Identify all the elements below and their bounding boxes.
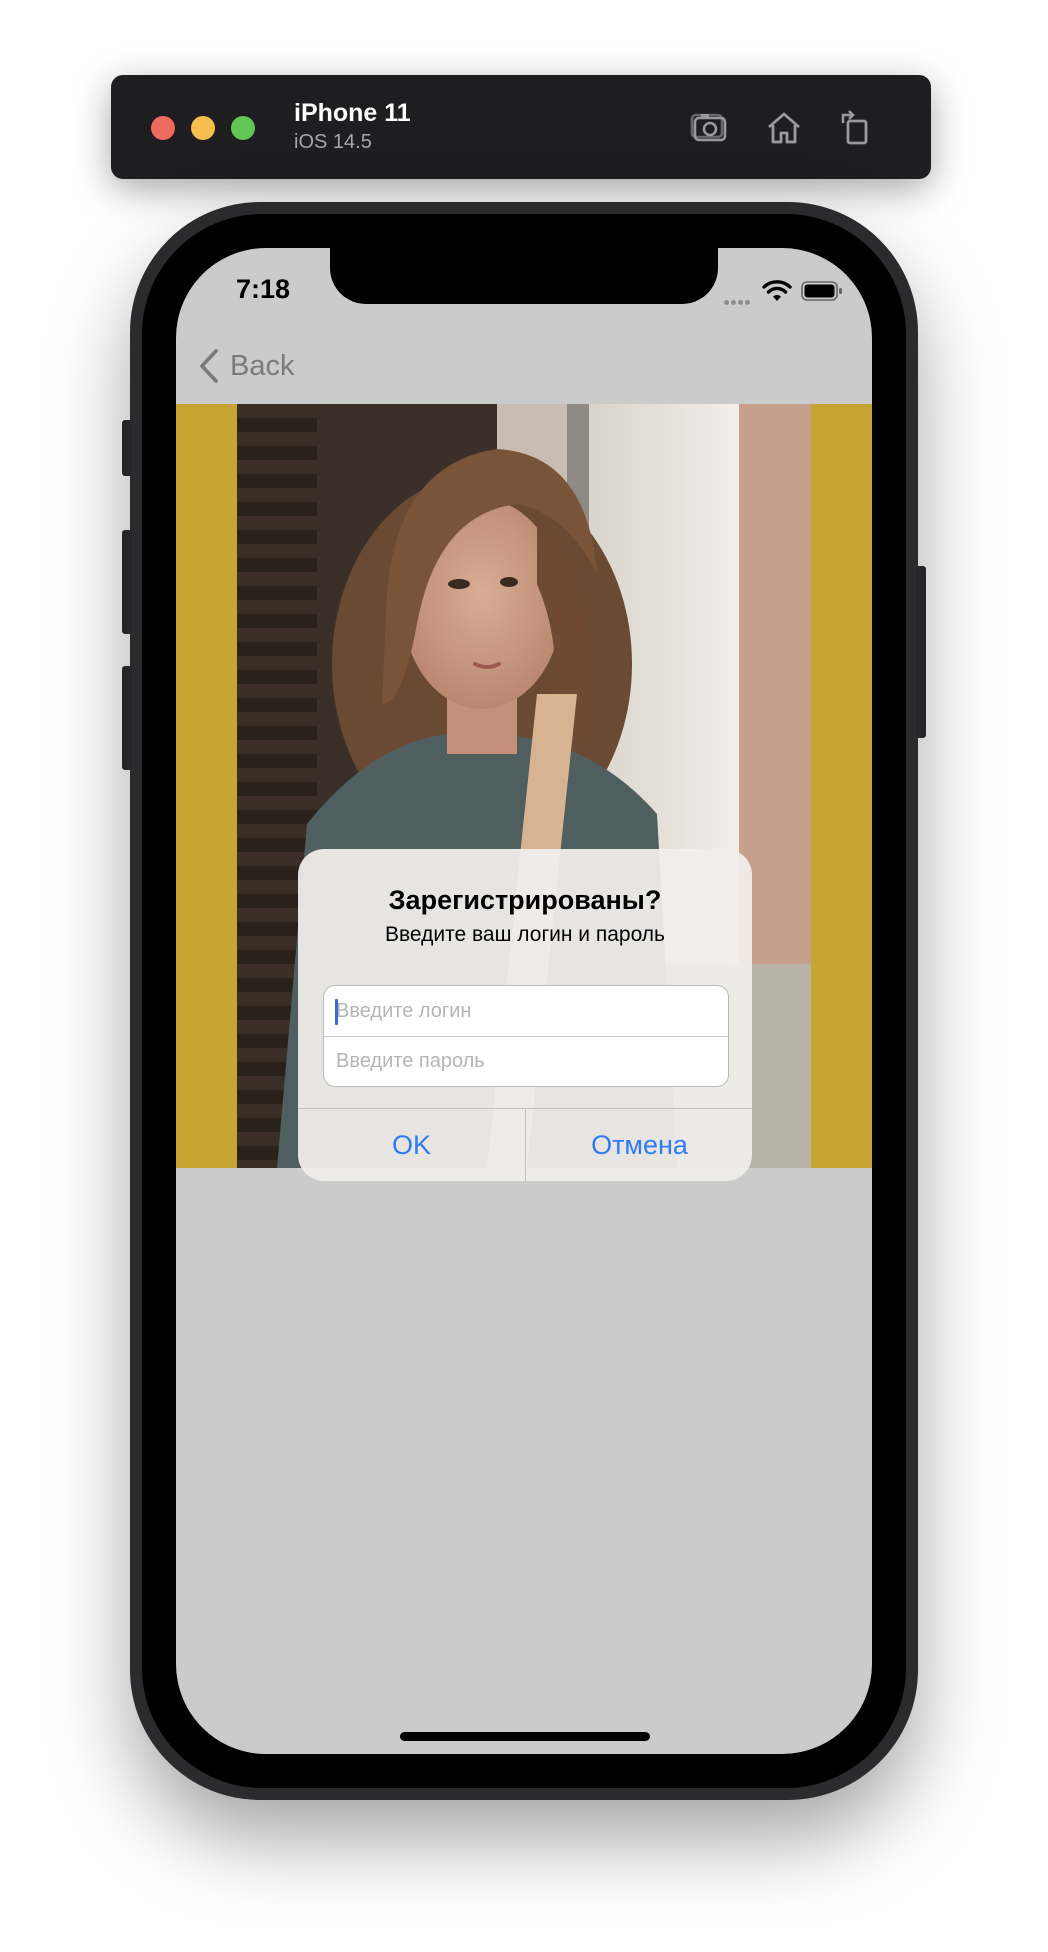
volume-down-button[interactable]	[122, 666, 132, 770]
password-input[interactable]	[324, 1036, 728, 1086]
phone-screen: 7:18 Back Зарегистрированы? Введите ваш …	[176, 248, 872, 1754]
screenshot-button[interactable]	[686, 105, 732, 151]
login-input[interactable]	[324, 986, 728, 1036]
device-name: iPhone 11	[294, 99, 411, 127]
minimize-window-button[interactable]	[191, 116, 215, 140]
home-button[interactable]	[761, 105, 807, 151]
screenshot-icon	[690, 113, 727, 142]
simulator-titlebar: iPhone 11 iOS 14.5	[111, 75, 931, 179]
login-field-container	[324, 986, 728, 1037]
ok-button[interactable]: OK	[298, 1109, 525, 1181]
rotate-button[interactable]	[833, 105, 879, 151]
canvas: iPhone 11 iOS 14.5 7:18 Back Зарегистрир…	[0, 0, 1048, 1952]
alert-fields	[323, 985, 729, 1087]
alert-message: Введите ваш логин и пароль	[384, 923, 665, 946]
volume-up-button[interactable]	[122, 530, 132, 634]
cancel-button[interactable]: Отмена	[526, 1109, 752, 1181]
password-field-container	[324, 1036, 728, 1086]
mute-switch[interactable]	[122, 420, 132, 476]
rotate-icon	[841, 110, 868, 145]
login-alert: Зарегистрированы? Введите ваш логин и па…	[298, 849, 752, 1181]
text-caret	[335, 999, 338, 1025]
os-version: iOS 14.5	[294, 131, 372, 153]
home-icon	[768, 112, 800, 144]
close-window-button[interactable]	[151, 116, 175, 140]
alert-title: Зарегистрированы?	[388, 885, 662, 915]
zoom-window-button[interactable]	[231, 116, 255, 140]
power-button[interactable]	[916, 566, 926, 738]
home-indicator[interactable]	[400, 1732, 650, 1741]
